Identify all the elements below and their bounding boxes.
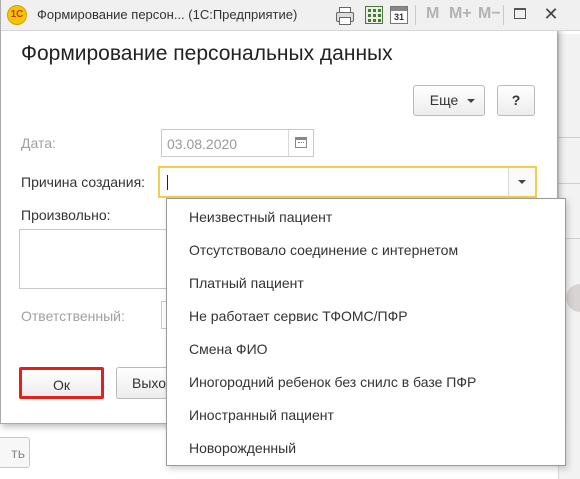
date-value: 03.08.2020 xyxy=(167,136,238,152)
toolbar-separator xyxy=(503,5,504,25)
reason-combobox[interactable] xyxy=(158,166,537,198)
calendar-icon xyxy=(295,137,307,148)
form-title: Формирование персональных данных xyxy=(21,42,393,65)
reason-dropdown-list: Неизвестный пациент Отсутствовало соедин… xyxy=(166,198,566,466)
toolbar-separator xyxy=(415,5,416,25)
calendar-icon[interactable]: 31 xyxy=(390,6,408,24)
ok-button[interactable]: Ок xyxy=(19,367,104,399)
arbitrary-textarea[interactable] xyxy=(19,229,167,289)
memory-button-m-minus[interactable]: M− xyxy=(478,5,501,23)
maximize-button[interactable] xyxy=(510,4,530,24)
background-divider xyxy=(558,183,580,184)
print-icon[interactable] xyxy=(335,6,354,25)
dropdown-item[interactable]: Иногородний ребенок без снилс в базе ПФР xyxy=(167,366,565,399)
calculator-icon[interactable] xyxy=(365,6,383,24)
text-cursor xyxy=(167,175,168,190)
date-field[interactable]: 03.08.2020 xyxy=(161,129,314,157)
dropdown-item[interactable]: Новорожденный xyxy=(167,432,565,465)
app-logo-icon[interactable]: 1С xyxy=(7,5,27,25)
more-button[interactable]: Еще xyxy=(413,85,485,116)
background-divider xyxy=(558,137,580,138)
date-label: Дата: xyxy=(21,135,56,151)
dropdown-item[interactable]: Иностранный пациент xyxy=(167,399,565,432)
dropdown-item[interactable]: Смена ФИО xyxy=(167,333,565,366)
close-button[interactable]: ✕ xyxy=(541,4,561,24)
dropdown-item[interactable]: Отсутствовало соединение с интернетом xyxy=(167,234,565,267)
background-partial-button[interactable]: ть xyxy=(0,437,30,468)
chevron-down-icon xyxy=(467,99,475,103)
dropdown-item[interactable]: Не работает сервис ТФОМС/ПФР xyxy=(167,300,565,333)
responsible-label: Ответственный: xyxy=(21,308,125,324)
more-button-label: Еще xyxy=(429,92,459,108)
dropdown-item[interactable]: Платный пациент xyxy=(167,267,565,300)
memory-button-m-plus[interactable]: M+ xyxy=(449,5,472,23)
help-button[interactable]: ? xyxy=(497,85,535,116)
dropdown-item[interactable]: Неизвестный пациент xyxy=(167,201,565,234)
dropdown-toggle-button[interactable] xyxy=(508,168,535,196)
window-title: Формирование персон... (1С:Предприятие) xyxy=(37,7,298,22)
date-picker-button[interactable] xyxy=(288,130,313,156)
reason-label: Причина создания: xyxy=(21,174,146,190)
maximize-icon xyxy=(514,8,526,19)
memory-button-m[interactable]: M xyxy=(426,5,439,23)
title-bar: 1С Формирование персон... (1С:Предприяти… xyxy=(1,0,580,31)
arbitrary-label: Произвольно: xyxy=(21,207,111,223)
